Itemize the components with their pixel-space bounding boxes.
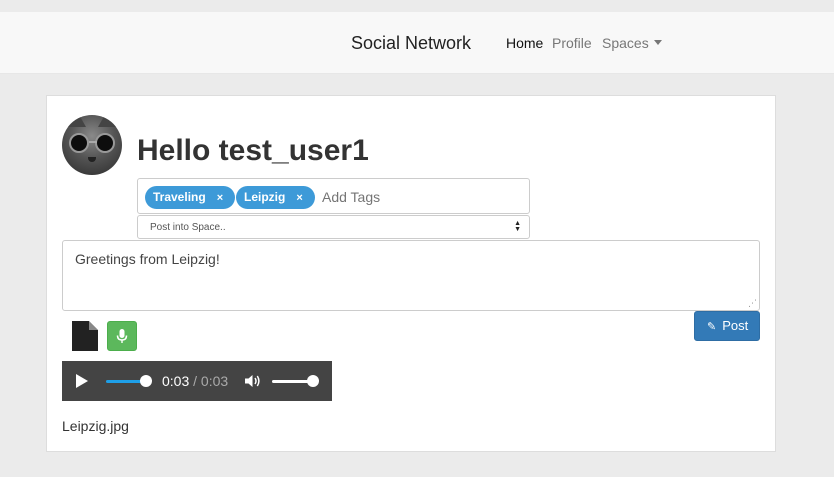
post-textarea[interactable]: Greetings from Leipzig! ⋰	[62, 240, 760, 311]
avatar	[62, 115, 122, 175]
add-tags-input[interactable]	[320, 186, 520, 207]
play-icon[interactable]	[76, 374, 88, 388]
document-icon[interactable]	[72, 321, 98, 351]
post-button-label: Post	[722, 318, 749, 333]
volume-slider[interactable]	[272, 380, 312, 383]
microphone-icon	[116, 329, 128, 343]
top-strip	[0, 0, 834, 12]
tag-label: Leipzig	[244, 190, 286, 204]
space-select-value: Post into Space..	[150, 222, 226, 233]
brand-link[interactable]: Social Network	[351, 33, 471, 54]
tag-chip-traveling: Traveling ×	[145, 186, 235, 209]
time-separator: /	[193, 373, 198, 389]
navbar: Social Network Home Profile Spaces	[0, 12, 834, 74]
greeting-title: Hello test_user1	[137, 134, 369, 167]
tag-label: Traveling	[153, 190, 206, 204]
tag-chip-leipzig: Leipzig ×	[236, 186, 315, 209]
seek-handle[interactable]	[140, 375, 152, 387]
resize-handle-icon[interactable]: ⋰	[748, 298, 757, 309]
post-button[interactable]: ✎ Post	[694, 311, 760, 341]
record-audio-button[interactable]	[107, 321, 137, 351]
select-arrows-icon: ▲ ▼	[514, 220, 521, 233]
time-display: 0:03 / 0:03	[162, 373, 228, 389]
post-text: Greetings from Leipzig!	[75, 251, 220, 267]
tag-remove-icon[interactable]: ×	[296, 192, 302, 204]
duration: 0:03	[200, 373, 229, 389]
space-select[interactable]: Post into Space.. ▲ ▼	[137, 215, 530, 239]
current-time: 0:03	[162, 373, 190, 389]
nav-profile[interactable]: Profile	[552, 35, 592, 51]
nav-spaces-label: Spaces	[602, 35, 649, 51]
audio-player: 0:03 / 0:03	[62, 361, 332, 401]
nav-home[interactable]: Home	[506, 35, 543, 51]
pencil-icon: ✎	[707, 321, 717, 333]
tags-field[interactable]: Traveling × Leipzig ×	[137, 178, 530, 214]
volume-icon[interactable]	[245, 374, 261, 388]
nav-spaces-dropdown[interactable]: Spaces	[602, 35, 662, 51]
volume-handle[interactable]	[307, 375, 319, 387]
caret-down-icon	[653, 40, 662, 45]
tag-remove-icon[interactable]: ×	[217, 192, 223, 204]
attachment-filename: Leipzig.jpg	[62, 418, 129, 434]
